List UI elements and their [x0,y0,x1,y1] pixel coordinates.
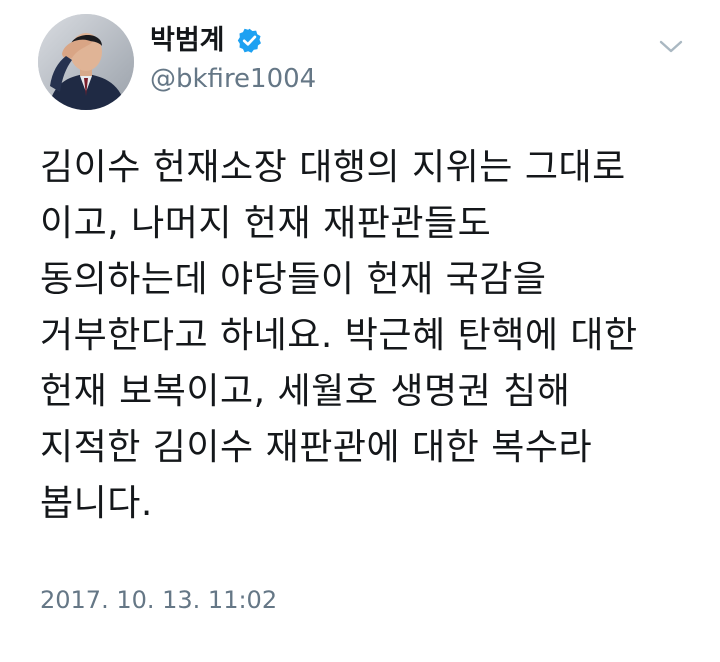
avatar[interactable] [38,14,134,110]
author-info: 박범계 @bkfire1004 [150,24,316,96]
tweet-header: 박범계 @bkfire1004 [38,14,698,114]
tweet-timestamp[interactable]: 2017. 10. 13. 11:02 [40,584,277,616]
tweet-text-line: 동의하는데 야당들이 헌재 국감을 [40,259,547,300]
tweet-text-line: 김이수 헌재소장 대행의 지위는 그대로 [40,147,626,188]
chevron-down-icon[interactable] [658,38,684,56]
tweet-text-line: 거부한다고 하네요. 박근혜 탄핵에 대한 [40,315,638,356]
tweet-text-line: 이고, 나머지 헌재 재판관들도 [40,203,492,244]
display-name[interactable]: 박범계 [150,24,225,58]
tweet-text-line: 지적한 김이수 재판관에 대한 복수라 [40,427,593,468]
verified-badge-icon [237,28,261,53]
avatar-photo [38,14,134,110]
tweet-text-line: 봅니다. [40,483,153,524]
tweet-card: 박범계 @bkfire1004 김이수 헌재소장 대행의 지위는 그대로 이고,… [0,0,720,662]
tweet-text: 김이수 헌재소장 대행의 지위는 그대로 이고, 나머지 헌재 재판관들도 동의… [40,140,700,532]
handle[interactable]: @bkfire1004 [150,62,316,96]
tweet-text-line: 헌재 보복이고, 세월호 생명권 침해 [40,371,571,412]
